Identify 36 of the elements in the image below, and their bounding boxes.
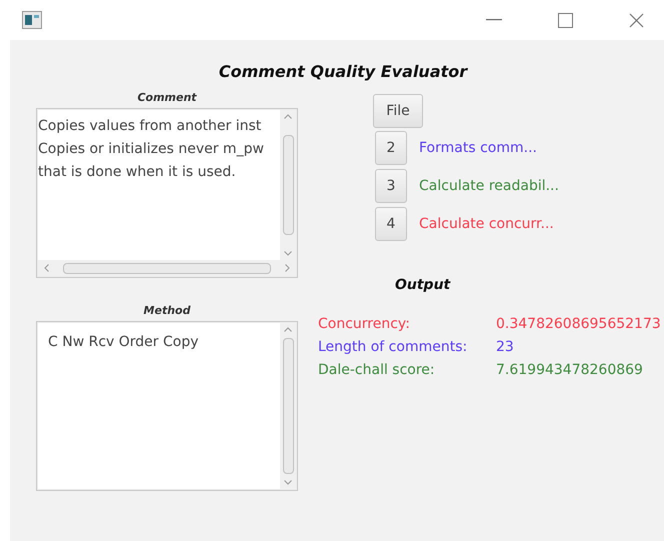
method-label: Method (144, 304, 190, 317)
output-label: Dale-chall score: (318, 361, 436, 380)
action-label: Calculate readabil... (419, 178, 559, 194)
action-label: Formats comm... (419, 140, 537, 156)
vertical-scrollbar[interactable] (280, 323, 296, 489)
left-caret-icon[interactable] (44, 264, 49, 272)
vertical-scrollbar[interactable] (280, 110, 296, 260)
step-button[interactable]: 3 (375, 169, 407, 203)
output-value: 23 (496, 338, 515, 357)
file-button[interactable]: File (373, 94, 423, 128)
method-field[interactable]: C Nw Rcv Order Copy (36, 321, 298, 491)
comment-field[interactable]: Copies values from another inst Copies or initializes never m_pw that is done when it is used. (36, 108, 298, 278)
app-icon (22, 11, 42, 29)
right-caret-icon[interactable] (285, 264, 290, 272)
output-label: Length of comments: (318, 338, 468, 357)
text-line: Copies values from another inst (38, 117, 262, 136)
step-button[interactable]: 2 (375, 131, 407, 165)
output-value: 7.619943478260869 (496, 361, 644, 380)
down-caret-icon[interactable] (284, 480, 292, 485)
down-caret-icon[interactable] (284, 251, 292, 256)
text-line: Copies or initializes never m_pw (38, 140, 265, 159)
comment-label: Comment (137, 91, 197, 104)
output-label: Output (395, 277, 450, 293)
text-line: C Nw Rcv Order Copy (48, 333, 200, 352)
up-caret-icon[interactable] (284, 327, 292, 332)
horizontal-scrollbar[interactable] (38, 260, 296, 276)
output-value: 0.34782608695652173 (496, 315, 662, 334)
text-line: that is done when it is used. (38, 163, 237, 182)
step-button[interactable]: 4 (375, 207, 407, 241)
up-caret-icon[interactable] (284, 114, 292, 119)
action-label: Calculate concurr... (419, 216, 554, 232)
window-title: Comment Quality Evaluator (218, 62, 469, 81)
close-icon[interactable] (629, 12, 644, 28)
output-label: Concurrency: (318, 315, 411, 334)
minimize-icon[interactable] (486, 19, 502, 21)
maximize-icon[interactable] (558, 12, 573, 28)
